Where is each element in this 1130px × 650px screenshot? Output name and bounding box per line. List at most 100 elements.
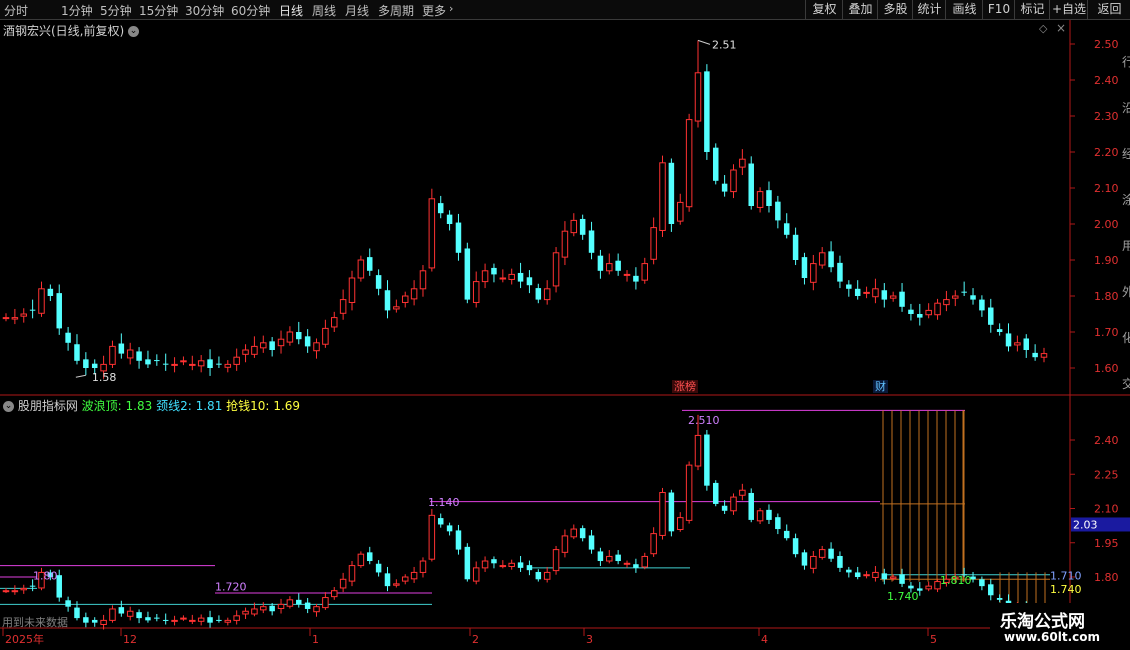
right-edge-text: 沿: [1122, 101, 1130, 115]
period-tab-30min[interactable]: 30分钟: [185, 2, 224, 19]
main-candle: [91, 363, 98, 368]
ind-candle: [401, 576, 409, 582]
ind-candle: [481, 560, 489, 569]
main-candle: [65, 332, 71, 343]
draw-line-button[interactable]: 画线: [945, 0, 983, 19]
period-tab-more[interactable]: 更多: [422, 2, 446, 19]
main-candle: [818, 252, 826, 266]
chevron-down-icon[interactable]: ⌄: [128, 26, 140, 37]
ind-candle: [499, 565, 507, 568]
ind-candle: [437, 518, 444, 525]
main-candle: [846, 284, 852, 289]
add-favorite-button[interactable]: +自选: [1049, 0, 1088, 19]
main-ytick-label: 1.70: [1094, 326, 1119, 339]
ind-candle: [446, 525, 453, 532]
mark-button[interactable]: 标记: [1014, 0, 1050, 19]
zhangbang-badge[interactable]: 涨榜: [672, 380, 698, 393]
ind-candle: [242, 610, 249, 615]
ind-candle: [472, 567, 480, 582]
period-tab-multi[interactable]: 多周期: [378, 2, 414, 19]
ind-candle: [517, 562, 524, 568]
ind-candle: [464, 546, 471, 580]
ind-candle: [818, 549, 826, 558]
main-candle: [464, 248, 471, 300]
ind-candle: [207, 617, 213, 623]
overlay-button[interactable]: 叠加: [842, 0, 878, 19]
ind-ytick-label: 2.25: [1094, 468, 1119, 481]
period-tab-daily[interactable]: 日线: [279, 2, 303, 19]
main-candle: [118, 343, 125, 354]
period-tab-1min[interactable]: 1分钟: [61, 2, 93, 19]
ind-candle: [74, 607, 80, 619]
main-candle: [783, 223, 790, 235]
main-candle: [633, 275, 639, 282]
statistics-button[interactable]: 统计: [912, 0, 946, 19]
main-candle: [908, 309, 914, 314]
ind-candle: [100, 619, 107, 625]
ind-candle: [145, 617, 151, 621]
main-candle: [561, 230, 569, 258]
f10-button[interactable]: F10: [982, 0, 1015, 19]
ind-candle: [11, 590, 19, 593]
xtick-label: 3: [586, 633, 593, 646]
ind-candle: [837, 555, 843, 568]
main-candle: [543, 288, 551, 301]
period-tab-fenshi[interactable]: 分时: [4, 2, 28, 19]
fuquan-button[interactable]: 复权: [805, 0, 843, 19]
main-candle: [872, 288, 879, 298]
neckline-value: 1.81: [195, 399, 223, 413]
period-tab-5min[interactable]: 5分钟: [100, 2, 132, 19]
grab-label: 抢钱10:: [226, 399, 270, 413]
ind-candle: [863, 574, 870, 577]
main-candle: [917, 314, 923, 318]
diamond-icon[interactable]: ◇: [1039, 22, 1047, 35]
ind-candle: [118, 607, 125, 614]
ind-candle: [979, 579, 985, 587]
main-candle: [623, 273, 631, 276]
current-price-label: 2.03: [1073, 518, 1098, 531]
close-icon[interactable]: ×: [1056, 21, 1066, 35]
back-button[interactable]: 返回: [1087, 0, 1130, 19]
indicator-annotation: 1.140: [428, 496, 460, 509]
main-candle: [535, 288, 542, 300]
period-tab-weekly[interactable]: 周线: [312, 2, 336, 19]
period-tab-15min[interactable]: 15分钟: [139, 2, 178, 19]
main-candle: [109, 345, 116, 365]
ind-candle: [91, 619, 98, 623]
main-candle: [207, 359, 213, 368]
ind-candle: [109, 608, 116, 621]
period-tab-60min[interactable]: 60分钟: [231, 2, 270, 19]
main-candle: [1032, 352, 1038, 358]
ind-candle: [277, 603, 285, 610]
chart-canvas[interactable]: 2.50 2.40 2.30 2.20 2.10 2.00 1.90 1.80 1.70 1.60…: [0, 20, 1130, 650]
low-label: 1.58: [92, 371, 117, 384]
grab-value: 1.69: [273, 399, 301, 413]
main-candle: [837, 262, 843, 282]
ind-candle: [136, 612, 142, 619]
main-candle: [650, 227, 657, 260]
main-candle: [881, 290, 888, 300]
right-edge-text: 交: [1122, 376, 1130, 391]
chevron-right-icon[interactable]: ›: [449, 2, 453, 15]
main-candle: [83, 359, 89, 368]
chevron-down-icon[interactable]: ⌄: [3, 401, 14, 412]
main-candle: [721, 183, 728, 192]
ind-candle: [730, 496, 737, 512]
ind-candle: [606, 555, 613, 562]
ind-candle: [216, 619, 222, 621]
ind-candle: [633, 564, 639, 568]
period-tab-monthly[interactable]: 月线: [345, 2, 369, 19]
main-candle: [943, 299, 950, 306]
ind-candle: [304, 602, 311, 609]
multi-stock-button[interactable]: 多股: [877, 0, 913, 19]
ind-candle: [296, 599, 302, 605]
main-candle: [491, 267, 497, 275]
finance-badge[interactable]: 财: [873, 380, 888, 393]
main-candle: [357, 259, 365, 279]
ind-candle: [535, 571, 542, 580]
ind-candle: [588, 535, 595, 550]
main-candle: [775, 201, 781, 221]
main-ytick-label: 2.10: [1094, 182, 1119, 195]
main-candle: [801, 257, 808, 278]
ind-candle: [677, 517, 684, 531]
